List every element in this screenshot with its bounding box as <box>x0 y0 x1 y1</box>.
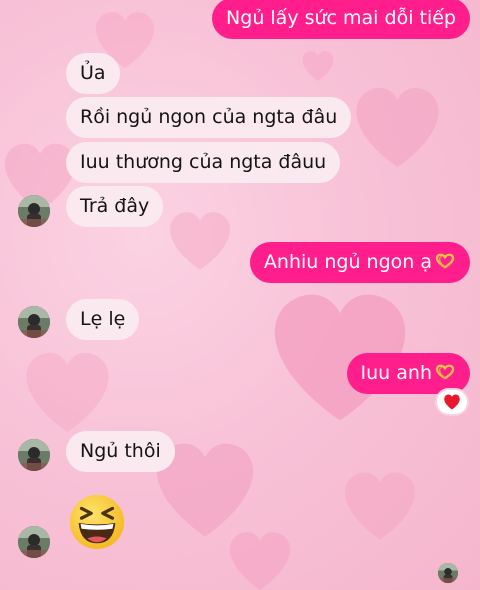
grinning-squinting-face-icon[interactable] <box>68 493 126 551</box>
background-heart-icon <box>165 210 235 272</box>
incoming-message-bubble[interactable]: Ủa <box>66 53 120 94</box>
contact-avatar[interactable] <box>18 306 50 338</box>
incoming-message-bubble[interactable]: Iuu thương của ngta đâuu <box>66 142 341 183</box>
message-text: Iuu anh <box>360 362 432 384</box>
contact-avatar[interactable] <box>18 195 50 227</box>
contact-avatar[interactable] <box>18 526 50 558</box>
message-text: Iuu thương của ngta đâuu <box>80 151 327 173</box>
message-text: Rồi ngủ ngon của ngta đâu <box>80 106 338 128</box>
background-heart-icon <box>350 85 445 170</box>
heart-hands-icon <box>434 364 456 380</box>
background-heart-icon <box>340 470 420 542</box>
incoming-message-bubble[interactable]: Rồi ngủ ngon của ngta đâu <box>66 97 352 138</box>
background-heart-icon <box>300 50 336 82</box>
incoming-message-bubble[interactable]: Lẹ lẹ <box>66 299 140 340</box>
message-text: Ngủ thôi <box>80 440 161 462</box>
red-heart-icon <box>443 394 461 410</box>
message-text: Ngủ lấy sức mai dỗi tiếp <box>226 7 456 29</box>
outgoing-message-bubble[interactable]: Ngủ lấy sức mai dỗi tiếp <box>212 0 470 39</box>
outgoing-message-bubble[interactable]: Anhiu ngủ ngon ạ <box>249 242 470 283</box>
background-heart-icon <box>20 350 115 435</box>
message-text: Anhiu ngủ ngon ạ <box>263 251 432 273</box>
seen-by-avatar <box>438 563 458 583</box>
heart-hands-icon <box>434 253 456 269</box>
message-text: Trả đây <box>80 195 150 217</box>
message-text: Ủa <box>80 62 106 84</box>
contact-avatar[interactable] <box>18 439 50 471</box>
background-heart-icon <box>225 530 295 590</box>
message-text: Lẹ lẹ <box>80 308 126 330</box>
message-reaction[interactable] <box>435 388 469 416</box>
incoming-message-bubble[interactable]: Trả đây <box>66 186 164 227</box>
incoming-message-bubble[interactable]: Ngủ thôi <box>66 431 175 472</box>
